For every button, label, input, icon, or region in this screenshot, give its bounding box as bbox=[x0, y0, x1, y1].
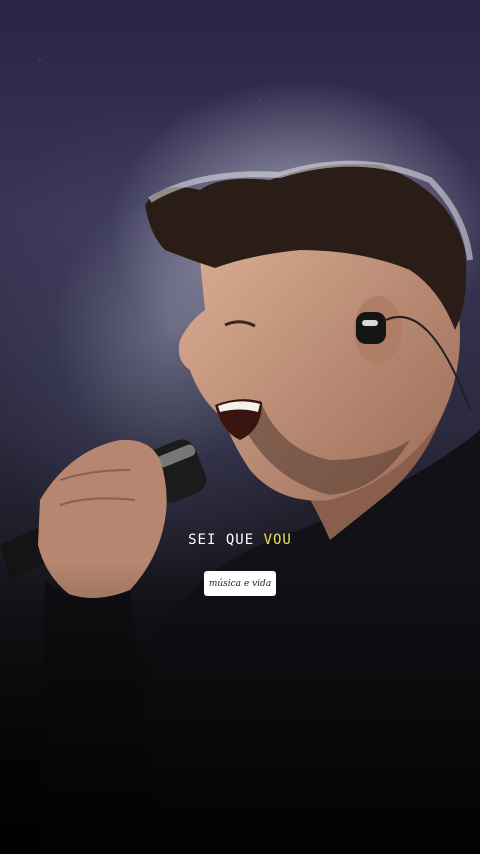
story-viewer: SEI QUE VOU música e vida bbox=[0, 0, 480, 854]
lyric-caption: SEI QUE VOU bbox=[0, 532, 480, 548]
lyric-highlight: VOU bbox=[263, 532, 292, 548]
sticker-label: música e vida bbox=[208, 578, 272, 589]
sticker-badge[interactable]: música e vida bbox=[204, 571, 276, 596]
lyric-prefix: SEI QUE bbox=[188, 532, 264, 548]
singer-photo bbox=[0, 80, 480, 854]
